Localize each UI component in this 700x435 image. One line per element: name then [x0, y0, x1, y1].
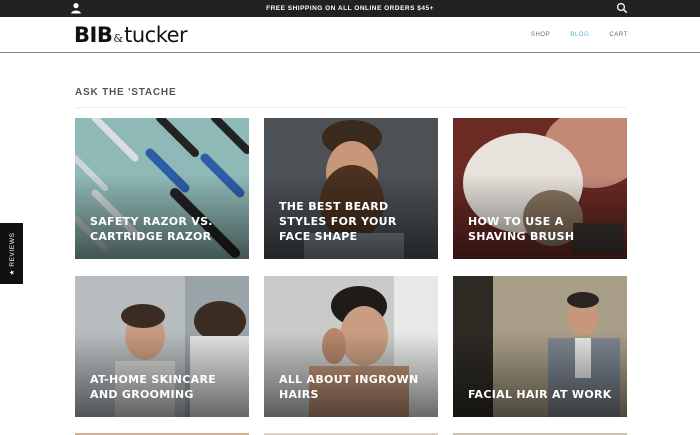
reviews-tab[interactable]: ★ REVIEWS: [0, 223, 23, 284]
blog-card-title[interactable]: SAFETY RAZOR VS. CARTRIDGE RAZOR: [90, 214, 239, 244]
page-title: ASK THE 'STACHE: [75, 87, 177, 98]
announcement-bar: FREE SHIPPING ON ALL ONLINE ORDERS $45+: [0, 0, 700, 17]
blog-card[interactable]: FACIAL HAIR AT WORK: [453, 276, 627, 417]
logo-bib: BIB: [74, 23, 113, 47]
nav-shop[interactable]: SHOP: [531, 32, 550, 38]
logo-ampersand: &: [113, 32, 124, 45]
blog-card-title[interactable]: ALL ABOUT INGROWN HAIRS: [279, 372, 428, 402]
blog-card[interactable]: AT-HOME SKINCARE AND GROOMING: [75, 276, 249, 417]
site-logo[interactable]: BIB & tucker: [74, 20, 188, 50]
blog-card-title[interactable]: HOW TO USE A SHAVING BRUSH: [468, 214, 617, 244]
blog-card-title[interactable]: THE BEST BEARD STYLES FOR YOUR FACE SHAP…: [279, 199, 428, 244]
nav-blog[interactable]: BLOG: [570, 32, 589, 38]
blog-card[interactable]: HOW TO USE A SHAVING BRUSH: [453, 118, 627, 259]
blog-card-title[interactable]: FACIAL HAIR AT WORK: [468, 387, 617, 402]
divider: [75, 107, 627, 108]
site-header: BIB & tucker SHOP BLOG CART: [0, 17, 700, 53]
user-icon[interactable]: [70, 2, 82, 14]
logo-tucker: tucker: [124, 23, 188, 47]
nav-cart[interactable]: CART: [609, 32, 628, 38]
blog-card-title[interactable]: AT-HOME SKINCARE AND GROOMING: [90, 372, 239, 402]
main-nav: SHOP BLOG CART: [531, 17, 628, 53]
blog-card[interactable]: THE BEST BEARD STYLES FOR YOUR FACE SHAP…: [264, 118, 438, 259]
search-icon[interactable]: [616, 2, 628, 14]
blog-card[interactable]: ALL ABOUT INGROWN HAIRS: [264, 276, 438, 417]
blog-card[interactable]: SAFETY RAZOR VS. CARTRIDGE RAZOR: [75, 118, 249, 259]
reviews-tab-label: ★ REVIEWS: [8, 231, 16, 276]
shipping-announcement: FREE SHIPPING ON ALL ONLINE ORDERS $45+: [266, 5, 434, 12]
